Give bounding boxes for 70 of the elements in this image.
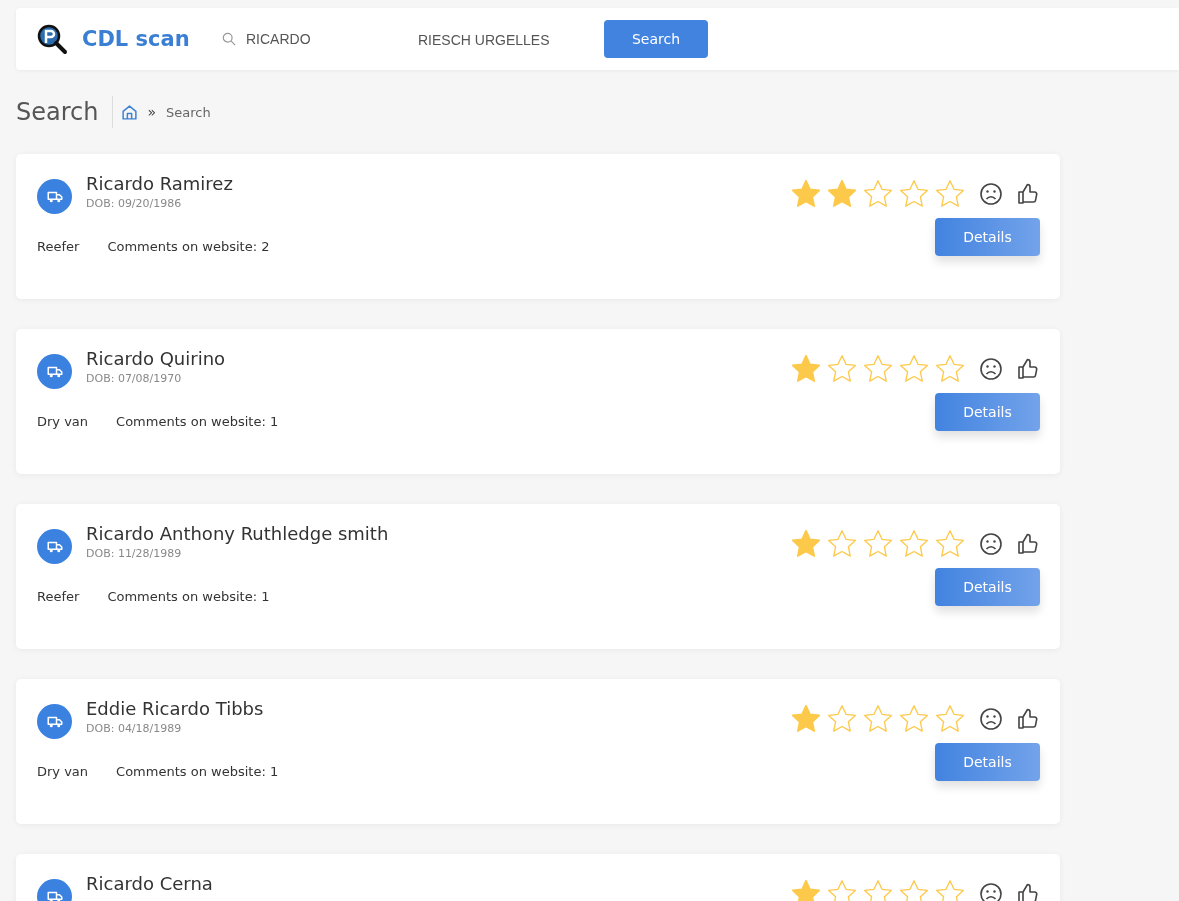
empty-star-icon[interactable] bbox=[862, 353, 894, 385]
thumbs-up-icon[interactable] bbox=[1016, 532, 1040, 556]
sad-face-icon[interactable] bbox=[979, 182, 1003, 206]
filled-star-icon[interactable] bbox=[826, 178, 858, 210]
details-button[interactable]: Details bbox=[935, 393, 1040, 431]
comment-count: Comments on website: 1 bbox=[116, 413, 280, 429]
thumbs-up-icon[interactable] bbox=[1016, 707, 1040, 731]
truck-icon bbox=[37, 354, 72, 389]
sad-face-icon[interactable] bbox=[979, 532, 1003, 556]
search-button[interactable]: Search bbox=[604, 20, 708, 58]
empty-star-icon[interactable] bbox=[898, 353, 930, 385]
empty-star-icon[interactable] bbox=[934, 878, 966, 901]
empty-star-icon[interactable] bbox=[934, 178, 966, 210]
empty-star-icon[interactable] bbox=[826, 878, 858, 901]
date-of-birth: DOB: 04/18/1989 bbox=[86, 722, 183, 735]
empty-star-icon[interactable] bbox=[826, 353, 858, 385]
empty-star-icon[interactable] bbox=[862, 528, 894, 560]
details-button[interactable]: Details bbox=[935, 568, 1040, 606]
empty-star-icon[interactable] bbox=[826, 703, 858, 735]
sad-face-icon[interactable] bbox=[979, 357, 1003, 381]
breadcrumb-item[interactable]: Search bbox=[166, 104, 211, 120]
driver-name: Ricardo Anthony Ruthledge smith bbox=[86, 523, 390, 544]
filled-star-icon[interactable] bbox=[790, 528, 822, 560]
comment-count: Comments on website: 1 bbox=[107, 588, 271, 604]
empty-star-icon[interactable] bbox=[826, 528, 858, 560]
empty-star-icon[interactable] bbox=[898, 703, 930, 735]
date-of-birth: DOB: 09/20/1986 bbox=[86, 197, 183, 210]
date-of-birth: DOB: 07/08/1970 bbox=[86, 372, 183, 385]
truck-icon bbox=[37, 179, 72, 214]
details-button[interactable]: Details bbox=[935, 743, 1040, 781]
empty-star-icon[interactable] bbox=[934, 528, 966, 560]
comment-count: Comments on website: 2 bbox=[107, 238, 271, 254]
thumbs-up-icon[interactable] bbox=[1016, 882, 1040, 901]
home-icon[interactable] bbox=[121, 103, 139, 121]
trailer-type: Reefer bbox=[37, 588, 80, 604]
filled-star-icon[interactable] bbox=[790, 703, 822, 735]
empty-star-icon[interactable] bbox=[862, 703, 894, 735]
thumbs-up-icon[interactable] bbox=[1016, 357, 1040, 381]
comment-count: Comments on website: 1 bbox=[116, 763, 280, 779]
empty-star-icon[interactable] bbox=[862, 878, 894, 901]
thumbs-up-icon[interactable] bbox=[1016, 182, 1040, 206]
driver-name: Ricardo Cerna bbox=[86, 873, 214, 894]
driver-name: Ricardo Quirino bbox=[86, 348, 227, 369]
search-icon bbox=[222, 32, 236, 46]
driver-name: Ricardo Ramirez bbox=[86, 173, 234, 194]
first-name-field[interactable]: RICARDO bbox=[246, 31, 416, 47]
trailer-type: Dry van bbox=[37, 413, 89, 429]
truck-icon bbox=[37, 529, 72, 564]
empty-star-icon[interactable] bbox=[862, 178, 894, 210]
sad-face-icon[interactable] bbox=[979, 882, 1003, 901]
empty-star-icon[interactable] bbox=[898, 878, 930, 901]
page-title: Search bbox=[16, 98, 99, 126]
last-name-field[interactable]: RIESCH URGELLES bbox=[418, 31, 588, 48]
breadcrumb-separator: » bbox=[147, 104, 157, 120]
truck-icon bbox=[37, 704, 72, 739]
trailer-type: Dry van bbox=[37, 763, 89, 779]
filled-star-icon[interactable] bbox=[790, 178, 822, 210]
brand-name: CDL scan bbox=[82, 27, 191, 51]
date-of-birth: DOB: 11/28/1989 bbox=[86, 547, 183, 560]
sad-face-icon[interactable] bbox=[979, 707, 1003, 731]
trailer-type: Reefer bbox=[37, 238, 80, 254]
empty-star-icon[interactable] bbox=[898, 528, 930, 560]
details-button[interactable]: Details bbox=[935, 218, 1040, 256]
filled-star-icon[interactable] bbox=[790, 878, 822, 901]
driver-name: Eddie Ricardo Tibbs bbox=[86, 698, 265, 719]
empty-star-icon[interactable] bbox=[934, 703, 966, 735]
magnifier-logo-icon bbox=[36, 23, 68, 55]
empty-star-icon[interactable] bbox=[898, 178, 930, 210]
empty-star-icon[interactable] bbox=[934, 353, 966, 385]
filled-star-icon[interactable] bbox=[790, 353, 822, 385]
